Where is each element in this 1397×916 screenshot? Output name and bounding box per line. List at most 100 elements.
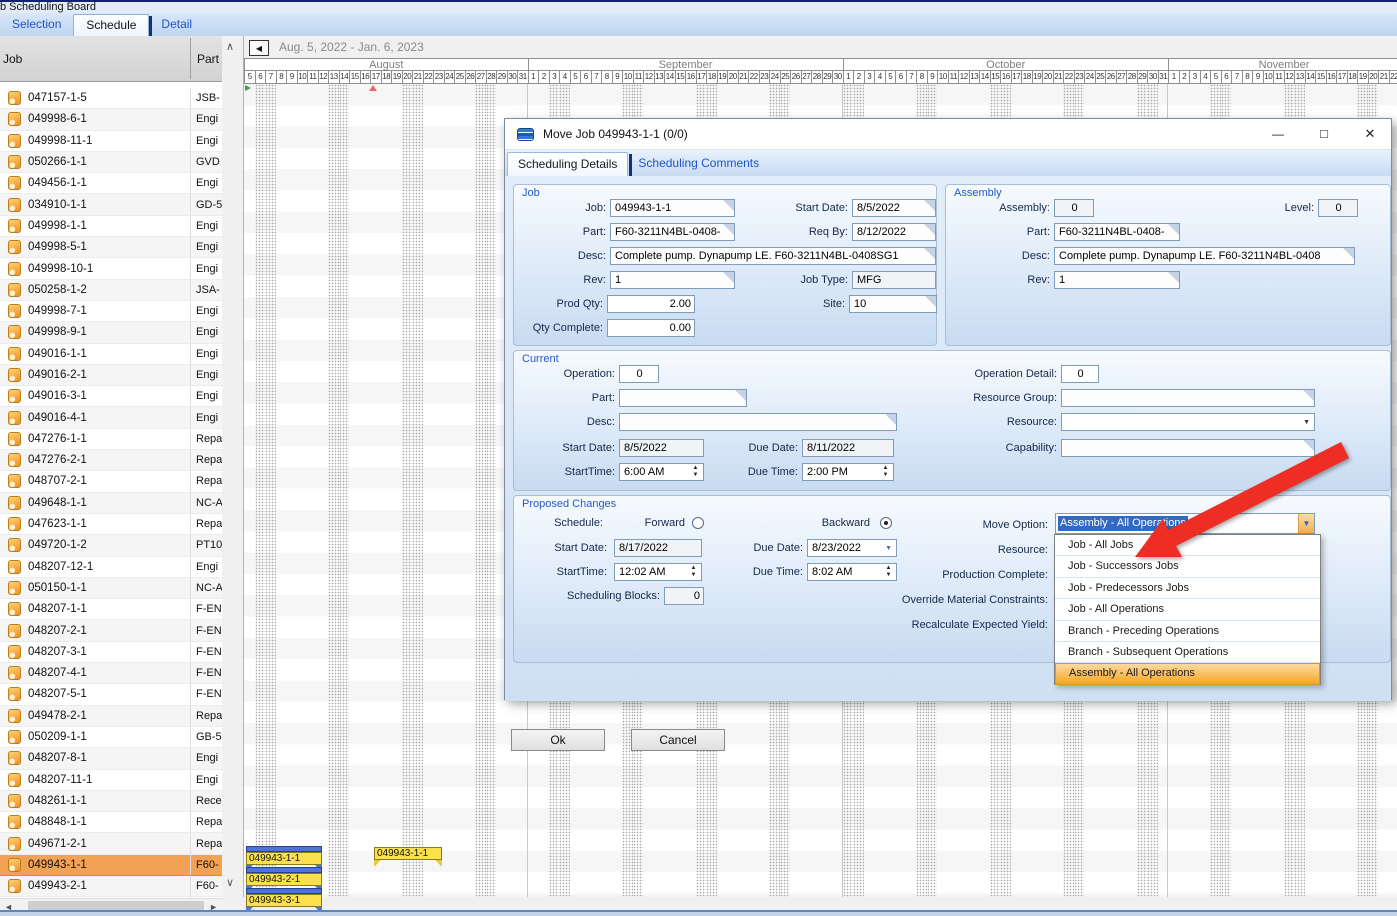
- dropdown-item[interactable]: Branch - Subsequent Operations: [1055, 642, 1320, 663]
- job-row[interactable]: 047623-1-1 Repa: [0, 514, 222, 535]
- spin-up-icon[interactable]: ▲: [693, 465, 699, 472]
- job-row[interactable]: 049478-2-1 Repa: [0, 706, 222, 727]
- column-header-job[interactable]: Job: [3, 52, 22, 66]
- dropdown-item[interactable]: Job - All Jobs: [1055, 535, 1320, 556]
- scroll-down-icon[interactable]: ∨: [226, 876, 234, 889]
- job-row[interactable]: 049016-3-1 Engi: [0, 386, 222, 407]
- close-button[interactable]: ✕: [1355, 123, 1385, 145]
- assembly-part-field[interactable]: F60-3211N4BL-0408-: [1054, 223, 1180, 241]
- job-row[interactable]: 050258-1-2 JSA-: [0, 280, 222, 301]
- job-type-field[interactable]: MFG: [852, 271, 936, 289]
- job-row[interactable]: 048207-4-1 F-EN: [0, 663, 222, 684]
- current-due-date-field[interactable]: 8/11/2022: [802, 439, 894, 457]
- job-row[interactable]: 049943-2-1 F60-: [0, 876, 222, 897]
- job-row[interactable]: 047276-2-1 Repa: [0, 450, 222, 471]
- gantt-bar[interactable]: 049943-3-1 Xunx: [246, 888, 322, 907]
- job-row[interactable]: 048207-5-1 F-EN: [0, 684, 222, 705]
- prod-qty-field[interactable]: 2.00: [607, 295, 695, 313]
- timeline-back-button[interactable]: ◀: [249, 40, 269, 56]
- job-row[interactable]: 049998-6-1 Engi: [0, 109, 222, 130]
- maximize-button[interactable]: □: [1309, 123, 1339, 145]
- assembly-desc-field[interactable]: Complete pump. Dynapump LE. F60-3211N4BL…: [1054, 247, 1355, 265]
- job-row[interactable]: 049998-1-1 Engi: [0, 216, 222, 237]
- job-row[interactable]: 034910-1-1 GD-5: [0, 194, 222, 215]
- job-field[interactable]: 049943-1-1: [610, 199, 735, 217]
- job-row[interactable]: 049998-7-1 Engi: [0, 301, 222, 322]
- column-header-part[interactable]: Part: [197, 52, 219, 66]
- combo-dropdown-button[interactable]: ▼: [1298, 514, 1314, 533]
- window-tab[interactable]: Schedule: [73, 14, 149, 36]
- current-start-time-field[interactable]: 6:00 AM ▲▼: [619, 463, 704, 481]
- spin-down-icon[interactable]: ▼: [883, 472, 889, 479]
- gantt-bar[interactable]: 049943-2-1 Xunx: [246, 867, 322, 886]
- job-row[interactable]: 049998-5-1 Engi: [0, 237, 222, 258]
- scroll-up-icon[interactable]: ∧: [226, 40, 234, 53]
- job-row[interactable]: 047276-1-1 Repa: [0, 429, 222, 450]
- ok-button[interactable]: Ok: [511, 729, 605, 751]
- job-row[interactable]: 048707-2-1 Repa: [0, 471, 222, 492]
- operation-field[interactable]: 0: [619, 365, 659, 383]
- column-divider[interactable]: [190, 38, 191, 79]
- job-row[interactable]: 048261-1-1 Rece: [0, 791, 222, 812]
- scheduling-blocks-field[interactable]: 0: [664, 587, 704, 605]
- job-row[interactable]: 050150-1-1 NC-A: [0, 578, 222, 599]
- gantt-bar[interactable]: 049943-1-1: [374, 847, 442, 860]
- spin-down-icon[interactable]: ▼: [691, 572, 697, 579]
- job-row[interactable]: 048207-3-1 F-EN: [0, 642, 222, 663]
- dropdown-arrow-icon[interactable]: ▼: [1303, 419, 1310, 426]
- job-row[interactable]: 050209-1-1 GB-5: [0, 727, 222, 748]
- forward-radio[interactable]: [692, 517, 704, 529]
- dialog-tab[interactable]: Scheduling Comments: [628, 152, 769, 176]
- proposed-start-time-field[interactable]: 12:02 AM ▲▼: [614, 563, 702, 581]
- window-tab[interactable]: Detail: [149, 14, 204, 36]
- job-row[interactable]: 049456-1-1 Engi: [0, 173, 222, 194]
- job-row[interactable]: 049998-9-1 Engi: [0, 322, 222, 343]
- req-by-field[interactable]: 8/12/2022: [852, 223, 936, 241]
- job-row[interactable]: 047157-1-5 JSB-: [0, 88, 222, 109]
- dropdown-item[interactable]: Job - Successors Jobs: [1055, 556, 1320, 577]
- qty-complete-field[interactable]: 0.00: [607, 319, 695, 337]
- job-row[interactable]: 048207-8-1 Engi: [0, 748, 222, 769]
- job-row[interactable]: 048848-1-1 Repa: [0, 812, 222, 833]
- minimize-button[interactable]: —: [1263, 123, 1293, 145]
- job-row[interactable]: 049016-2-1 Engi: [0, 365, 222, 386]
- job-row[interactable]: 049943-1-1 F60-: [0, 855, 222, 876]
- job-row[interactable]: 049998-10-1 Engi: [0, 258, 222, 279]
- part-field[interactable]: F60-3211N4BL-0408-: [610, 223, 735, 241]
- spin-down-icon[interactable]: ▼: [693, 472, 699, 479]
- spin-up-icon[interactable]: ▲: [691, 565, 697, 572]
- assembly-rev-field[interactable]: 1: [1054, 271, 1180, 289]
- job-row[interactable]: 049016-1-1 Engi: [0, 344, 222, 365]
- operation-detail-field[interactable]: 0: [1061, 365, 1099, 383]
- job-row[interactable]: 050266-1-1 GVD: [0, 152, 222, 173]
- current-due-time-field[interactable]: 2:00 PM ▲▼: [802, 463, 894, 481]
- job-row[interactable]: 049671-2-1 Repa: [0, 833, 222, 854]
- rev-field[interactable]: 1: [610, 271, 735, 289]
- level-field[interactable]: 0: [1318, 199, 1358, 217]
- desc-field[interactable]: Complete pump. Dynapump LE. F60-3211N4BL…: [610, 247, 936, 265]
- gantt-bar[interactable]: 049943-1-1 Xunx: [246, 846, 322, 865]
- dropdown-item[interactable]: Assembly - All Operations: [1055, 663, 1320, 684]
- start-date-field[interactable]: 8/5/2022: [852, 199, 936, 217]
- job-row[interactable]: 048207-2-1 F-EN: [0, 620, 222, 641]
- assembly-field[interactable]: 0: [1054, 199, 1094, 217]
- resource-combo[interactable]: ▼: [1061, 413, 1315, 431]
- job-row[interactable]: 049998-11-1 Engi: [0, 131, 222, 152]
- current-desc-field[interactable]: [619, 413, 897, 431]
- window-tab[interactable]: Selection: [0, 14, 73, 36]
- proposed-start-date-field[interactable]: 8/17/2022: [614, 539, 702, 557]
- job-row[interactable]: 048207-11-1 Engi: [0, 770, 222, 791]
- dropdown-item[interactable]: Job - All Operations: [1055, 599, 1320, 620]
- move-option-combo[interactable]: Assembly - All Operations ▼: [1055, 513, 1315, 534]
- capability-field[interactable]: [1061, 439, 1315, 457]
- spin-up-icon[interactable]: ▲: [883, 465, 889, 472]
- job-row[interactable]: 049016-4-1 Engi: [0, 407, 222, 428]
- current-start-date-field[interactable]: 8/5/2022: [619, 439, 704, 457]
- dialog-titlebar[interactable]: Move Job 049943-1-1 (0/0) — □ ✕: [505, 119, 1391, 150]
- dialog-tab[interactable]: Scheduling Details: [507, 152, 628, 176]
- job-row[interactable]: 049720-1-2 PT10: [0, 535, 222, 556]
- current-part-field[interactable]: [619, 389, 747, 407]
- dropdown-item[interactable]: Branch - Preceding Operations: [1055, 621, 1320, 642]
- dropdown-item[interactable]: Job - Predecessors Jobs: [1055, 578, 1320, 599]
- site-field[interactable]: 10: [849, 295, 937, 313]
